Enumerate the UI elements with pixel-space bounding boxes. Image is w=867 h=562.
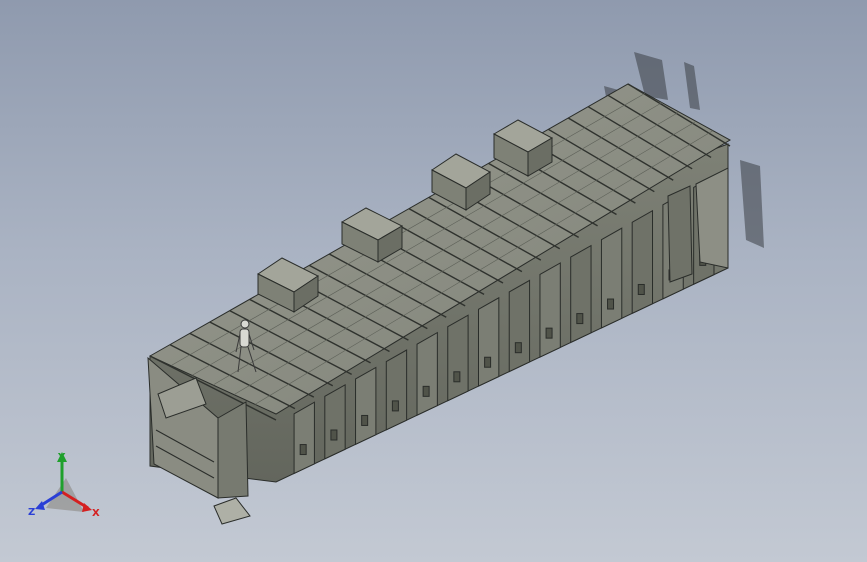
door-vent bbox=[361, 414, 369, 426]
cabinet-door[interactable] bbox=[570, 244, 592, 344]
z-axis-label: Z bbox=[28, 507, 35, 518]
cabinet-door[interactable] bbox=[416, 331, 438, 417]
coordinate-triad: Y X Z bbox=[28, 452, 100, 519]
cabinet-door[interactable] bbox=[355, 366, 377, 446]
door-vent bbox=[545, 327, 553, 339]
door-vent bbox=[514, 342, 522, 354]
cabinet-door[interactable] bbox=[539, 262, 561, 358]
graphics-viewport[interactable]: Y X Z bbox=[0, 0, 867, 562]
cabinet-door[interactable] bbox=[447, 314, 469, 402]
door-vent bbox=[391, 400, 399, 412]
3d-model-view[interactable] bbox=[0, 0, 867, 562]
door-vent bbox=[607, 298, 615, 310]
door-vent bbox=[422, 385, 430, 397]
cabinet-door[interactable] bbox=[324, 383, 346, 460]
door-vent bbox=[453, 371, 461, 383]
cabinet-door[interactable] bbox=[631, 209, 654, 315]
cabinet-door[interactable] bbox=[600, 227, 623, 329]
cabinet-door[interactable] bbox=[508, 279, 531, 373]
door-vent bbox=[576, 313, 584, 325]
x-axis-label: X bbox=[92, 508, 100, 519]
door-vent bbox=[299, 444, 307, 456]
door-vent bbox=[637, 283, 645, 295]
door-vent bbox=[484, 356, 492, 368]
cabinet-door[interactable] bbox=[477, 296, 500, 387]
cabinet-door[interactable] bbox=[385, 349, 408, 431]
y-axis-label: Y bbox=[57, 452, 66, 463]
door-vent bbox=[330, 429, 338, 441]
cabinet-door[interactable] bbox=[293, 401, 315, 475]
